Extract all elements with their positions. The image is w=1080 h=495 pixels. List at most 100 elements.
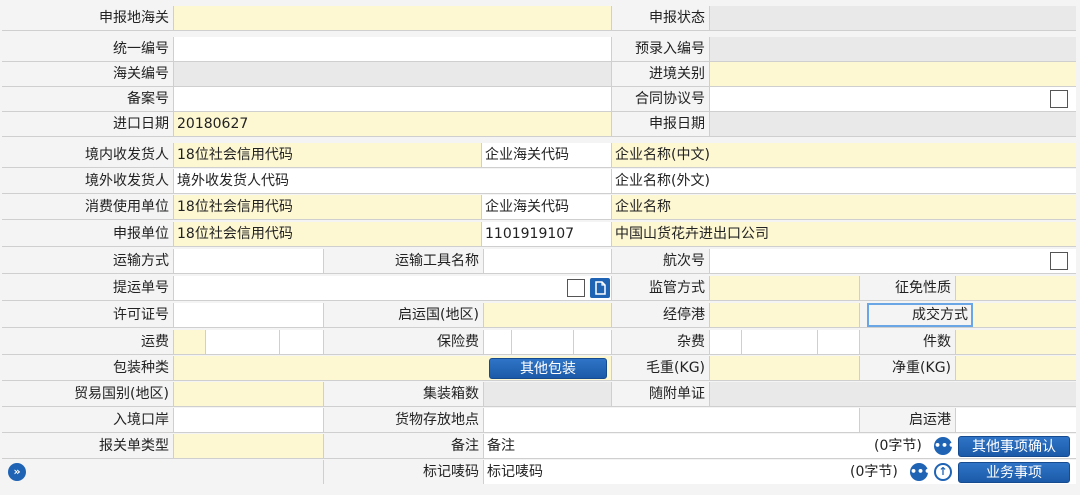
label-departure-port: 启运港 xyxy=(860,408,956,432)
enterprise-customs-code-input[interactable]: 企业海关代码 xyxy=(482,143,612,167)
label-record-no: 备案号 xyxy=(2,87,174,111)
insurance-rate-input[interactable] xyxy=(512,330,574,354)
foreign-consignee-name-input[interactable]: 企业名称(外文) xyxy=(612,169,1076,193)
label-foreign-consignee: 境外收发货人 xyxy=(2,169,174,193)
label-customs-no: 海关编号 xyxy=(2,62,174,86)
via-port-input[interactable] xyxy=(710,303,860,327)
consumer-customs-code-input[interactable]: 企业海关代码 xyxy=(482,195,612,219)
row-consumer-unit: 消费使用单位 18位社会信用代码 企业海关代码 企业名称 xyxy=(2,195,1076,220)
row-foreign-consignee: 境外收发货人 境外收发货人代码 企业名称(外文) xyxy=(2,169,1076,194)
insurance-currency-input[interactable] xyxy=(574,330,612,354)
bill-no-input[interactable] xyxy=(174,276,612,300)
label-bill-no: 提运单号 xyxy=(2,276,174,300)
label-license-no: 许可证号 xyxy=(2,303,174,327)
transport-name-input[interactable] xyxy=(484,249,612,273)
container-count-field xyxy=(484,382,612,406)
foreign-consignee-code-input[interactable]: 境外收发货人代码 xyxy=(174,169,612,193)
label-storage-place: 货物存放地点 xyxy=(324,408,484,432)
row-record-no: 备案号 合同协议号 xyxy=(2,87,1076,112)
declare-unit-code-input[interactable]: 18位社会信用代码 xyxy=(174,222,482,246)
label-freight: 运费 xyxy=(2,330,174,354)
deal-mode-input[interactable] xyxy=(973,303,1076,327)
upload-icon[interactable]: ↑ xyxy=(934,463,952,481)
expand-icon[interactable]: » xyxy=(8,463,26,481)
label-levy-nature: 征免性质 xyxy=(860,276,956,300)
bill-checkbox[interactable] xyxy=(567,279,585,297)
voyage-checkbox[interactable] xyxy=(1050,252,1068,270)
file-icon[interactable] xyxy=(590,278,610,298)
departure-country-input[interactable] xyxy=(484,303,612,327)
declare-status-field xyxy=(710,6,1076,30)
label-insurance: 保险费 xyxy=(324,330,484,354)
label-import-date: 进口日期 xyxy=(2,112,174,136)
label-attached-docs: 随附单证 xyxy=(612,382,710,406)
more-icon[interactable]: ••• xyxy=(934,437,955,455)
attached-docs-field xyxy=(710,382,1076,406)
declaration-form: 申报地海关 申报状态 统一编号 预录入编号 海关编号 进境关别 备案号 合同协议… xyxy=(0,0,1080,495)
gross-weight-input[interactable] xyxy=(710,356,860,380)
declare-customs-input[interactable] xyxy=(174,6,612,30)
import-date-input[interactable]: 20180627 xyxy=(174,112,612,136)
remark-byte-count: (0字节) xyxy=(874,438,922,454)
declare-unit-customs-code[interactable]: 1101919107 xyxy=(482,222,612,246)
label-supervision-mode: 监管方式 xyxy=(612,276,710,300)
declare-date-field xyxy=(710,112,1076,136)
row-fees: 运费 保险费 杂费 件数 xyxy=(2,330,1076,355)
more-icon[interactable]: ••• xyxy=(910,463,931,481)
label-pieces: 件数 xyxy=(860,330,956,354)
pre-entry-no-field xyxy=(710,37,1076,61)
consumer-unit-code-input[interactable]: 18位社会信用代码 xyxy=(174,195,482,219)
unified-no-field xyxy=(174,37,612,61)
pieces-input[interactable] xyxy=(956,330,1076,354)
row-declaration-type: 报关单类型 备注 备注 (0字节) ••• 其他事项确认 xyxy=(2,434,1076,459)
entry-port-input[interactable] xyxy=(174,408,324,432)
voyage-no-input[interactable] xyxy=(710,249,1076,273)
insurance-mark-input[interactable] xyxy=(484,330,512,354)
label-consumer-unit: 消费使用单位 xyxy=(2,195,174,219)
contract-no-input[interactable] xyxy=(710,87,1076,111)
misc-currency-input[interactable] xyxy=(818,330,860,354)
label-declare-customs: 申报地海关 xyxy=(2,6,174,30)
departure-port-input[interactable] xyxy=(956,408,1076,432)
other-confirm-button[interactable]: 其他事项确认 xyxy=(958,436,1070,457)
consumer-unit-name-input[interactable]: 企业名称 xyxy=(612,195,1076,219)
record-no-input[interactable] xyxy=(174,87,612,111)
declare-unit-name-input[interactable]: 中国山货花卉进出口公司 xyxy=(612,222,1076,246)
label-departure-country: 启运国(地区) xyxy=(324,303,484,327)
label-contract-no: 合同协议号 xyxy=(612,87,710,111)
misc-rate-input[interactable] xyxy=(742,330,818,354)
row-declare-unit: 申报单位 18位社会信用代码 1101919107 中国山货花卉进出口公司 xyxy=(2,222,1076,247)
row-import-date: 进口日期 20180627 申报日期 xyxy=(2,112,1076,137)
ie-customs-input[interactable] xyxy=(710,62,1076,86)
contract-checkbox[interactable] xyxy=(1050,90,1068,108)
label-declare-date: 申报日期 xyxy=(612,112,710,136)
domestic-consignee-code-input[interactable]: 18位社会信用代码 xyxy=(174,143,482,167)
label-deal-mode: 成交方式 xyxy=(867,303,973,327)
label-pre-entry-no: 预录入编号 xyxy=(612,37,710,61)
freight-currency-input[interactable] xyxy=(280,330,324,354)
freight-rate-input[interactable] xyxy=(206,330,280,354)
supervision-mode-input[interactable] xyxy=(710,276,860,300)
storage-place-input[interactable] xyxy=(484,408,860,432)
label-container-count: 集装箱数 xyxy=(324,382,484,406)
net-weight-input[interactable] xyxy=(956,356,1076,380)
business-items-button[interactable]: 业务事项 xyxy=(958,462,1070,483)
row-trade-country: 贸易国别(地区) 集装箱数 随附单证 xyxy=(2,382,1076,407)
row-bill: 提运单号 监管方式 征免性质 xyxy=(2,276,1076,301)
label-trade-country: 贸易国别(地区) xyxy=(2,382,174,406)
misc-mark-input[interactable] xyxy=(710,330,742,354)
customs-no-field xyxy=(174,62,612,86)
row-package: 包装种类 其他包装 毛重(KG) 净重(KG) xyxy=(2,356,1076,381)
domestic-consignee-name-input[interactable]: 企业名称(中文) xyxy=(612,143,1076,167)
marks-left-blank xyxy=(2,460,324,484)
levy-nature-input[interactable] xyxy=(956,276,1076,300)
transport-mode-input[interactable] xyxy=(174,249,324,273)
trade-country-input[interactable] xyxy=(174,382,324,406)
other-package-button[interactable]: 其他包装 xyxy=(489,358,607,379)
freight-mark-input[interactable] xyxy=(174,330,206,354)
label-voyage-no: 航次号 xyxy=(612,249,710,273)
declaration-type-input[interactable] xyxy=(174,434,324,458)
row-marks: » 标记唛码 标记唛码 (0字节) ••• ↑ 业务事项 xyxy=(2,460,1076,485)
row-declare-customs: 申报地海关 申报状态 xyxy=(2,6,1076,31)
license-no-input[interactable] xyxy=(174,303,324,327)
